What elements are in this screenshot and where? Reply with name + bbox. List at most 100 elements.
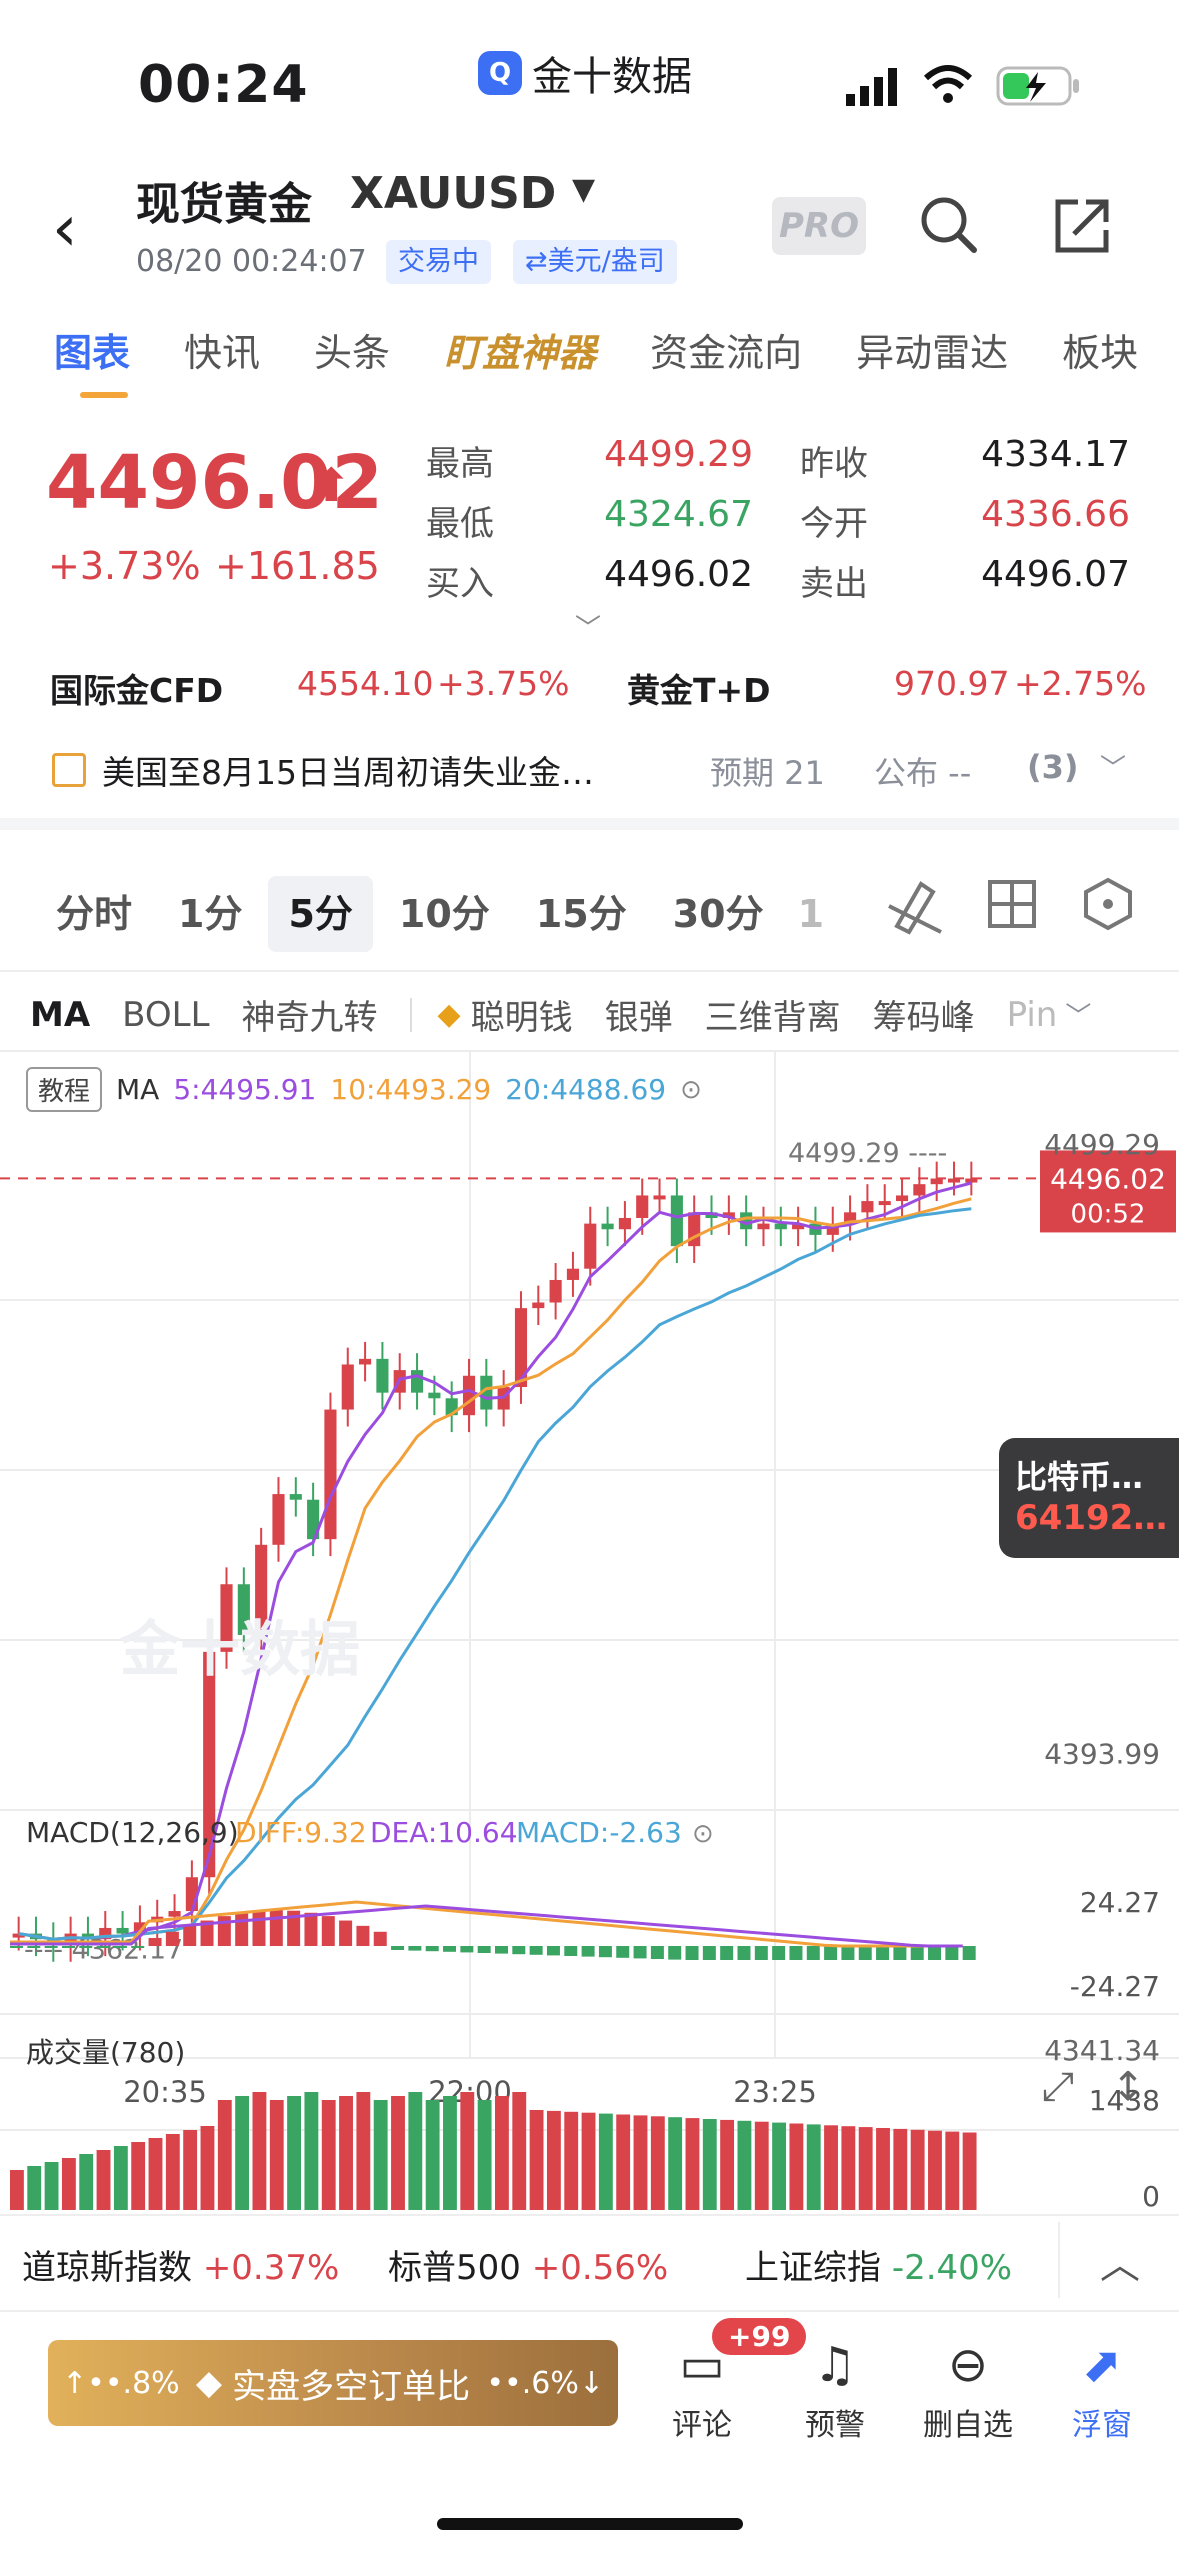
indicator-chip-peak[interactable]: 筹码峰	[873, 990, 975, 1039]
macd-bar	[685, 1946, 699, 1960]
float-window-button[interactable]: ⬈ 浮窗	[1042, 2330, 1162, 2444]
long-short-ratio-button[interactable]: ↑••.8% ◆ 实盘多空订单比 ••.6%↓	[48, 2340, 618, 2426]
btc-value: 64192…	[1015, 1498, 1168, 1538]
macd-bar	[27, 1946, 41, 1948]
search-icon[interactable]	[918, 194, 980, 256]
currency-badge[interactable]: ⇄美元/盎司	[513, 240, 677, 284]
period-30m[interactable]: 30分	[653, 876, 784, 952]
macd-bar	[252, 1910, 266, 1946]
economic-event[interactable]: 美国至8月15日当周初请失业金…	[52, 746, 594, 794]
indicator-ma[interactable]: MA	[30, 995, 90, 1035]
tab-chart[interactable]: 图表	[54, 322, 130, 377]
related-name: 国际金CFD	[50, 671, 224, 710]
volume-bar	[44, 2162, 59, 2210]
symbol-selector[interactable]: XAUUSD	[350, 168, 556, 219]
macd-bar	[789, 1946, 803, 1960]
volume-bar	[339, 2096, 353, 2210]
macd-bar	[962, 1946, 976, 1960]
macd-bar	[806, 1946, 820, 1960]
btc-float-widget[interactable]: 比特币… 64192…	[999, 1438, 1179, 1558]
related-cfd[interactable]: 国际金CFD	[50, 664, 223, 712]
caret-down-icon[interactable]: ▼	[572, 172, 595, 207]
indicator-silver-bullet[interactable]: 银弹	[605, 990, 673, 1039]
candle-body	[913, 1184, 926, 1196]
volume-bar	[460, 2092, 475, 2210]
chevron-up-icon[interactable]: ︿	[1100, 2232, 1140, 2290]
macd-bar	[425, 1946, 439, 1952]
tab-fund-flow[interactable]: 资金流向	[650, 322, 802, 377]
indicator-divergence[interactable]: 三维背离	[705, 990, 841, 1039]
volume-bar	[304, 2092, 319, 2210]
pro-button[interactable]: PRO	[772, 197, 866, 255]
index-name: 道琼斯指数	[22, 2248, 192, 2288]
volume-bar	[235, 2096, 250, 2210]
open-value: 4336.66	[981, 494, 1130, 535]
chevron-down-icon[interactable]: ﹀	[1100, 748, 1126, 785]
macd-bar	[148, 1938, 162, 1946]
index-sp500[interactable]: 标普500 +0.56%	[388, 2240, 668, 2289]
related-cfd-price: 4554.10	[297, 664, 434, 703]
macd-bar	[113, 1946, 127, 1948]
related-td-price: 970.97	[894, 664, 1010, 703]
back-button[interactable]: ‹	[52, 192, 78, 266]
volume-bar	[737, 2120, 752, 2210]
settings-icon[interactable]: ⊙	[680, 1075, 702, 1105]
volume-bar	[616, 2114, 631, 2210]
prev-close-label: 昨收	[800, 444, 868, 484]
share-icon[interactable]	[1052, 196, 1112, 256]
candle-body	[670, 1195, 683, 1247]
bid-value: 4496.02	[604, 554, 753, 595]
settings-hex-icon[interactable]	[1080, 876, 1136, 932]
price-axis-top: 4499.29	[1044, 1128, 1160, 1161]
candle-body	[636, 1195, 649, 1218]
remove-favorite-button[interactable]: ⊖ 删自选	[908, 2330, 1028, 2444]
indicator-boll[interactable]: BOLL	[122, 995, 209, 1035]
candle-body	[410, 1370, 424, 1393]
macd-bar	[546, 1946, 560, 1956]
macd-bar	[373, 1931, 387, 1946]
indicator-pin[interactable]: Pin	[1007, 995, 1058, 1035]
period-5m[interactable]: 5分	[268, 876, 373, 952]
volume-bar	[546, 2110, 561, 2210]
period-tick[interactable]: 分时	[36, 876, 152, 952]
volume-bar	[200, 2126, 215, 2210]
low-label: 最低	[426, 504, 494, 544]
indicator-smart-money[interactable]: 聪明钱	[471, 990, 573, 1039]
candle-body	[532, 1302, 545, 1309]
period-more[interactable]: 1	[790, 876, 832, 952]
macd-bar	[165, 1931, 179, 1946]
alert-button[interactable]: ♫ 预警	[775, 2330, 895, 2444]
volume-bar	[148, 2138, 163, 2210]
macd-bar	[945, 1946, 959, 1960]
index-name: 标普500	[388, 2248, 521, 2288]
chevron-down-icon[interactable]: ﹀	[1065, 996, 1091, 1033]
float-window-label: 浮窗	[1072, 2408, 1132, 2443]
macd-bar	[408, 1946, 422, 1951]
indicator-panes[interactable]: MACD(12,26,9)DIFF:9.32 DEA:10.64MACD:-2.6…	[0, 1800, 1179, 2220]
tab-radar[interactable]: 异动雷达	[856, 322, 1008, 377]
tab-monitor[interactable]: 盯盘神器	[444, 322, 596, 377]
draw-tool-icon[interactable]	[885, 876, 945, 936]
tab-sector[interactable]: 板块	[1062, 322, 1138, 377]
volume-bar	[893, 2128, 908, 2210]
index-divider	[1058, 2222, 1060, 2298]
index-shanghai[interactable]: 上证综指 -2.40%	[745, 2240, 1012, 2289]
open-label: 今开	[800, 504, 868, 544]
macd-bar	[702, 1946, 716, 1960]
tutorial-button[interactable]: 教程	[26, 1067, 103, 1112]
tab-flash[interactable]: 快讯	[184, 322, 260, 377]
index-dow[interactable]: 道琼斯指数 +0.37%	[22, 2240, 339, 2289]
expand-quote-icon[interactable]: ﹀	[575, 608, 601, 645]
layout-grid-icon[interactable]	[984, 876, 1040, 932]
volume-bar	[720, 2119, 735, 2210]
related-td[interactable]: 黄金T+D	[627, 664, 771, 712]
period-1m[interactable]: 1分	[158, 876, 262, 952]
ma10-value: 10:4493.29	[330, 1073, 492, 1106]
ma20-value: 20:4488.69	[505, 1073, 667, 1106]
macd-bar	[598, 1946, 612, 1958]
indicator-td9[interactable]: 神奇九转	[242, 990, 378, 1039]
period-10m[interactable]: 10分	[379, 876, 510, 952]
volume-bar	[10, 2170, 24, 2210]
tab-headline[interactable]: 头条	[314, 322, 390, 377]
period-15m[interactable]: 15分	[516, 876, 647, 952]
